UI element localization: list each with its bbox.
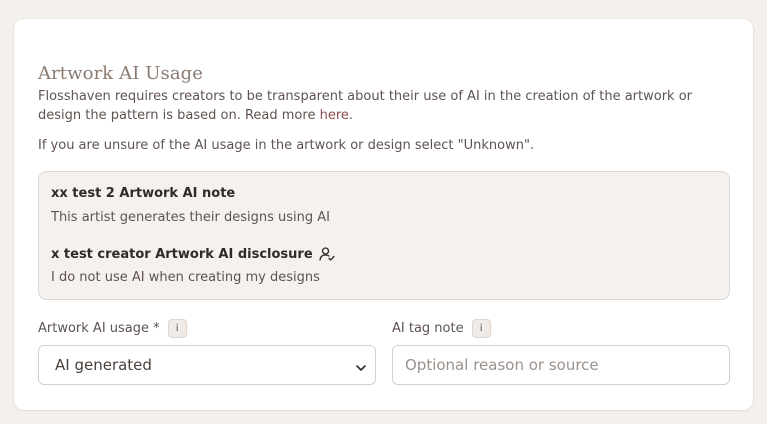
usage-label: Artwork AI usage * xyxy=(38,321,160,336)
tag-note-label: AI tag note xyxy=(392,321,464,336)
person-check-icon xyxy=(319,246,335,262)
artwork-ai-usage-select[interactable]: AI generated xyxy=(38,345,376,385)
ai-tag-note-input[interactable] xyxy=(393,346,729,384)
tag-note-label-row: AI tag note i xyxy=(392,319,491,338)
note-text-1: This artist generates their designs usin… xyxy=(51,210,330,225)
note-title-2: x test creator Artwork AI disclosure xyxy=(51,246,313,262)
ai-tag-note-field[interactable] xyxy=(392,345,730,385)
description-end: . xyxy=(348,108,354,123)
ai-notes-panel: xx test 2 Artwork AI note This artist ge… xyxy=(38,171,730,300)
section-description: Flosshaven requires creators to be trans… xyxy=(38,87,738,125)
note-text-2: I do not use AI when creating my designs xyxy=(51,270,320,285)
tag-note-info-button[interactable]: i xyxy=(471,319,491,338)
usage-info-button[interactable]: i xyxy=(167,319,187,338)
usage-label-row: Artwork AI usage * i xyxy=(38,319,187,338)
select-value: AI generated xyxy=(55,356,152,374)
description-text: Flosshaven requires creators to be trans… xyxy=(38,89,692,123)
unsure-note: If you are unsure of the AI usage in the… xyxy=(38,138,535,153)
note-title-1: xx test 2 Artwork AI note xyxy=(51,186,236,201)
read-more-link[interactable]: here xyxy=(320,108,349,123)
artwork-ai-usage-card: Artwork AI Usage Flosshaven requires cre… xyxy=(14,19,753,410)
section-title: Artwork AI Usage xyxy=(38,63,204,84)
note-title-2-row: x test creator Artwork AI disclosure xyxy=(51,246,335,262)
chevron-down-icon xyxy=(355,359,367,371)
